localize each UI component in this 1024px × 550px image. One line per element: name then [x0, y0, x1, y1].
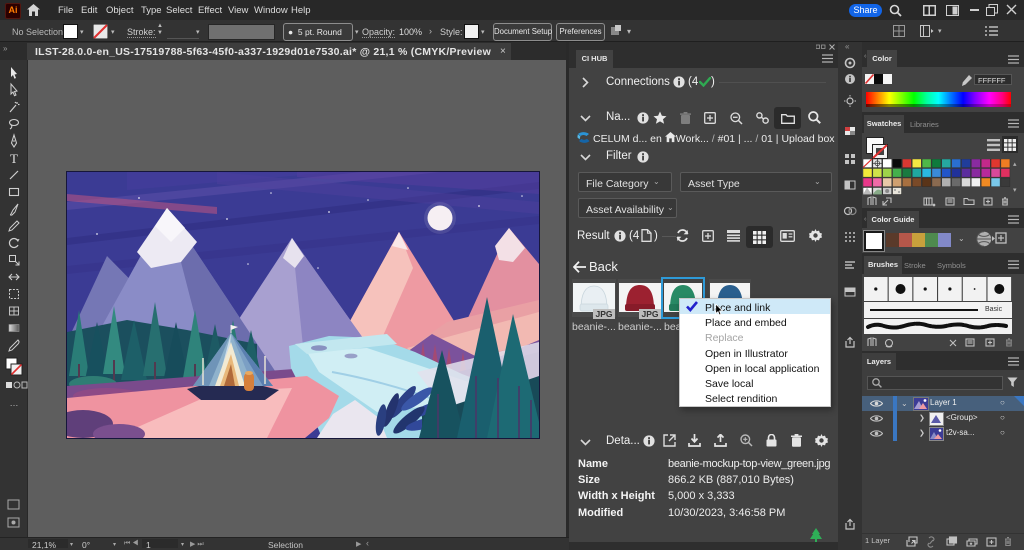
svg-text:T: T [10, 151, 18, 166]
svg-text:…: … [10, 398, 19, 408]
